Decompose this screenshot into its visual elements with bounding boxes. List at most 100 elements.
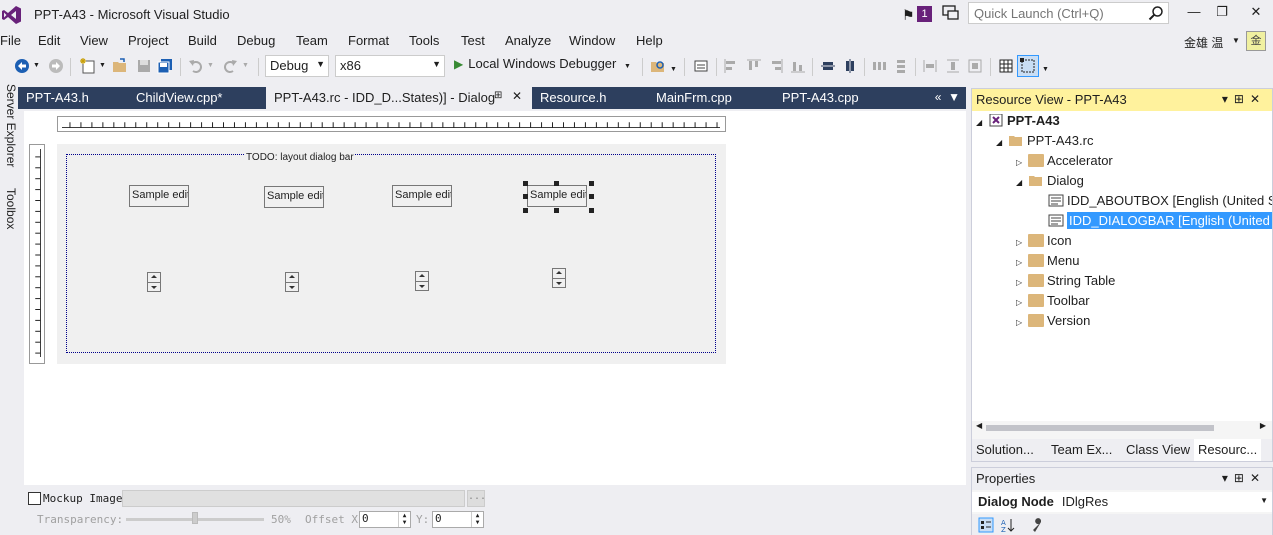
resize-handle[interactable] [523,208,528,213]
tab-ppt-a43-cpp[interactable]: PPT-A43.cpp [774,87,900,109]
resize-handle[interactable] [554,208,559,213]
tree-node-accelerator[interactable]: ▷ Accelerator [1016,153,1113,173]
mockup-image-path-field[interactable] [122,490,465,507]
horizontal-ruler[interactable] [57,116,726,132]
redo-icon[interactable] [222,58,238,74]
menu-debug[interactable]: Debug [237,33,275,48]
menu-test[interactable]: Test [461,33,485,48]
quick-launch-input[interactable] [969,3,1139,23]
search-icon[interactable] [1148,5,1164,21]
align-rights-icon[interactable] [768,58,784,74]
sample-edit-4-selected[interactable]: Sample edit [527,185,587,207]
align-lefts-icon[interactable] [723,58,739,74]
tree-node-menu[interactable]: ▷ Menu [1016,253,1080,273]
resource-tree[interactable]: ◢ PPT-A43 ◢ PPT-A43.rc ▷ Accelerator ◢ Dialo… [972,111,1272,421]
tab-resource-view[interactable]: Resourc... [1194,439,1262,461]
feedback-icon[interactable] [942,5,960,21]
offset-x-spinner[interactable]: ▲ ▼ [398,512,410,527]
resize-handle[interactable] [589,194,594,199]
menu-window[interactable]: Window [569,33,615,48]
mockup-image-checkbox[interactable] [28,492,41,505]
start-debugging-button[interactable]: ▶ Local Windows Debugger ▼ [454,56,631,76]
vertical-ruler[interactable] [29,144,45,364]
solution-configuration-select[interactable]: Debug ▼ [265,55,329,77]
tree-node-idd-dialogbar[interactable]: IDD_DIALOGBAR [English (United [1048,212,1272,233]
resize-handle[interactable] [523,194,528,199]
server-explorer-tab[interactable]: Server Explorer [0,82,18,180]
center-vertical-icon[interactable] [820,58,836,74]
toggle-grid-icon[interactable] [998,58,1014,74]
properties-object-selector[interactable]: Dialog Node IDlgRes ▼ [972,492,1272,512]
tab-solution-explorer[interactable]: Solution... [972,439,1038,461]
todo-static-text[interactable]: TODO: layout dialog bar [245,152,355,163]
navigate-back-icon[interactable] [14,58,30,74]
collapsed-icon[interactable]: ▷ [1016,158,1028,167]
open-file-icon[interactable] [112,58,128,74]
test-dialog-icon[interactable] [693,58,709,74]
tab-resource-h[interactable]: Resource.h [532,87,648,109]
spin-control-2[interactable] [285,272,299,292]
restore-button[interactable]: ❐ [1210,4,1234,24]
scrollbar-thumb[interactable] [986,425,1214,431]
space-across-icon[interactable] [871,58,887,74]
tree-node-toolbar[interactable]: ▷ Toolbar [1016,293,1090,313]
toolbar-overflow-icon[interactable]: ▼ [1042,66,1049,73]
tab-ppt-a43-h[interactable]: PPT-A43.h [18,87,128,109]
menu-team[interactable]: Team [296,33,328,48]
save-all-icon[interactable] [157,58,173,74]
offset-y-spinner[interactable]: ▲ ▼ [471,512,483,527]
spin-control-4[interactable] [552,268,566,288]
new-project-icon[interactable] [80,58,96,74]
expanded-icon[interactable]: ◢ [996,138,1008,147]
menu-analyze[interactable]: Analyze [505,33,551,48]
tab-dialog-editor[interactable]: PPT-A43.rc - IDD_D...States)] - Dialog ⊞… [266,87,532,109]
notifications-button[interactable]: ⚑ 1 [902,5,932,23]
redo-dropdown-icon[interactable]: ▼ [242,62,249,69]
scroll-right-icon[interactable]: ▶ [1260,421,1266,430]
expanded-icon[interactable]: ◢ [976,118,988,127]
back-dropdown-icon[interactable]: ▼ [33,62,40,69]
resize-handle[interactable] [554,181,559,186]
toggle-guides-button[interactable] [1017,55,1039,77]
menu-view[interactable]: View [80,33,108,48]
menu-build[interactable]: Build [188,33,217,48]
tab-class-view[interactable]: Class View [1122,439,1194,461]
undo-dropdown-icon[interactable]: ▼ [207,62,214,69]
spin-control-3[interactable] [415,271,429,291]
tree-node-idd-aboutbox[interactable]: IDD_ABOUTBOX [English (United S [1048,193,1272,213]
close-button[interactable]: ✕ [1244,4,1268,24]
toolbox-tab[interactable]: Toolbox [0,186,18,246]
make-same-width-icon[interactable] [922,58,938,74]
tab-childview-cpp[interactable]: ChildView.cpp* [128,87,266,109]
horizontal-scrollbar[interactable]: ◀ ▶ [976,421,1266,433]
sample-edit-3[interactable]: Sample edit [392,185,452,207]
offset-y-input[interactable]: 0 ▲ ▼ [432,511,484,528]
collapsed-icon[interactable]: ▷ [1016,318,1028,327]
menu-edit[interactable]: Edit [38,33,60,48]
tab-mainfrm-cpp[interactable]: MainFrm.cpp [648,87,774,109]
dialog-editor-canvas[interactable]: TODO: layout dialog bar Sample edit Samp… [24,111,966,485]
panel-controls[interactable]: ▾⊞✕ [1222,471,1266,485]
sample-edit-1[interactable]: Sample edit [129,185,189,207]
dialog-surface[interactable]: TODO: layout dialog bar Sample edit Samp… [57,144,726,364]
align-bottoms-icon[interactable] [790,58,806,74]
menu-tools[interactable]: Tools [409,33,439,48]
space-down-icon[interactable] [893,58,909,74]
tab-team-explorer[interactable]: Team Ex... [1047,439,1116,461]
categorized-icon[interactable] [978,517,994,533]
user-dropdown-icon[interactable]: ▼ [1232,36,1240,45]
new-dropdown-icon[interactable]: ▼ [99,62,106,69]
center-horizontal-icon[interactable] [842,58,858,74]
transparency-slider-thumb[interactable] [192,512,198,524]
tab-overflow-controls[interactable]: « ▼ [935,90,960,104]
scroll-left-icon[interactable]: ◀ [976,421,982,430]
user-name[interactable]: 金雄 温 [1184,34,1223,51]
menu-project[interactable]: Project [128,33,168,48]
tree-node-project[interactable]: ◢ PPT-A43 [976,113,1060,133]
collapsed-icon[interactable]: ▷ [1016,278,1028,287]
resize-handle[interactable] [589,208,594,213]
tree-node-version[interactable]: ▷ Version [1016,313,1090,333]
pin-icon[interactable]: ⊞ [494,90,502,101]
navigate-forward-icon[interactable] [48,58,64,74]
tree-node-icon[interactable]: ▷ Icon [1016,233,1072,253]
